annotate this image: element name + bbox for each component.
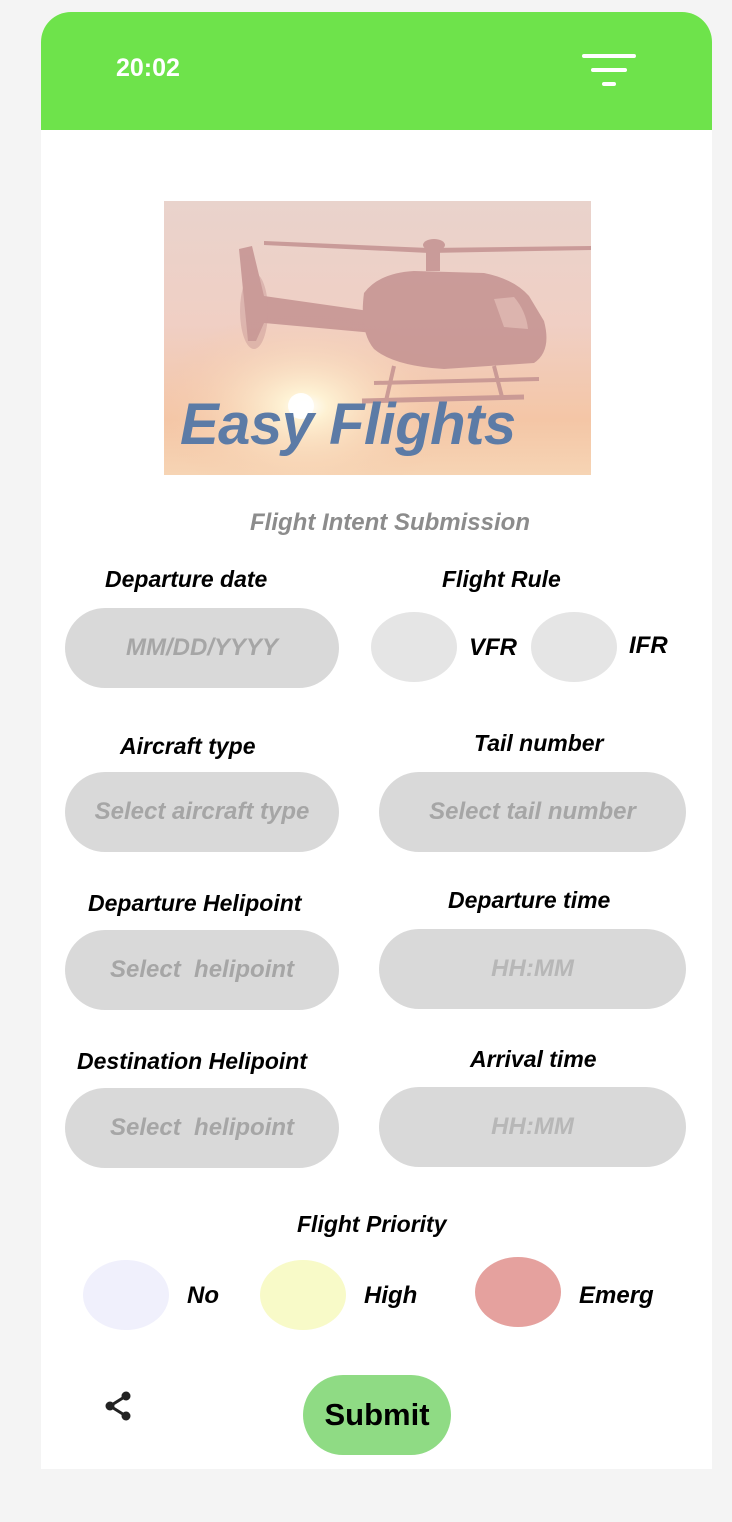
form-heading: Flight Intent Submission xyxy=(250,509,530,536)
hero-banner: Easy Flights xyxy=(164,201,591,475)
vfr-radio[interactable] xyxy=(371,612,457,682)
flight-priority-label: Flight Priority xyxy=(297,1211,447,1237)
aircraft-type-select[interactable] xyxy=(65,772,339,852)
app-screen: 20:02 Easy Flights Flight Intent Submiss… xyxy=(41,12,712,1469)
header-bar: 20:02 xyxy=(41,12,712,130)
priority-emerg-label: Emerg xyxy=(579,1282,654,1309)
departure-time-input[interactable] xyxy=(379,929,686,1009)
hero-title: Easy Flights xyxy=(180,392,516,457)
departure-date-input[interactable] xyxy=(65,608,339,688)
flight-rule-label: Flight Rule xyxy=(442,566,561,592)
status-time: 20:02 xyxy=(116,54,180,82)
destination-helipoint-label: Destination Helipoint xyxy=(77,1048,307,1074)
priority-no-label: No xyxy=(187,1282,219,1309)
departure-time-label: Departure time xyxy=(448,887,611,913)
priority-high-radio[interactable] xyxy=(260,1260,346,1330)
vfr-label: VFR xyxy=(469,634,517,661)
priority-no-radio[interactable] xyxy=(83,1260,169,1330)
ifr-label: IFR xyxy=(629,632,668,659)
arrival-time-label: Arrival time xyxy=(470,1046,597,1072)
departure-helipoint-select[interactable] xyxy=(65,930,339,1010)
filter-icon[interactable] xyxy=(582,54,636,90)
tail-number-label: Tail number xyxy=(474,730,604,756)
departure-helipoint-label: Departure Helipoint xyxy=(88,890,302,916)
share-icon[interactable] xyxy=(102,1390,134,1422)
submit-button[interactable]: Submit xyxy=(303,1375,451,1455)
destination-helipoint-select[interactable] xyxy=(65,1088,339,1168)
arrival-time-input[interactable] xyxy=(379,1087,686,1167)
priority-emerg-radio[interactable] xyxy=(475,1257,561,1327)
departure-date-label: Departure date xyxy=(105,566,268,592)
aircraft-type-label: Aircraft type xyxy=(120,733,256,759)
ifr-radio[interactable] xyxy=(531,612,617,682)
tail-number-select[interactable] xyxy=(379,772,686,852)
priority-high-label: High xyxy=(364,1282,418,1309)
